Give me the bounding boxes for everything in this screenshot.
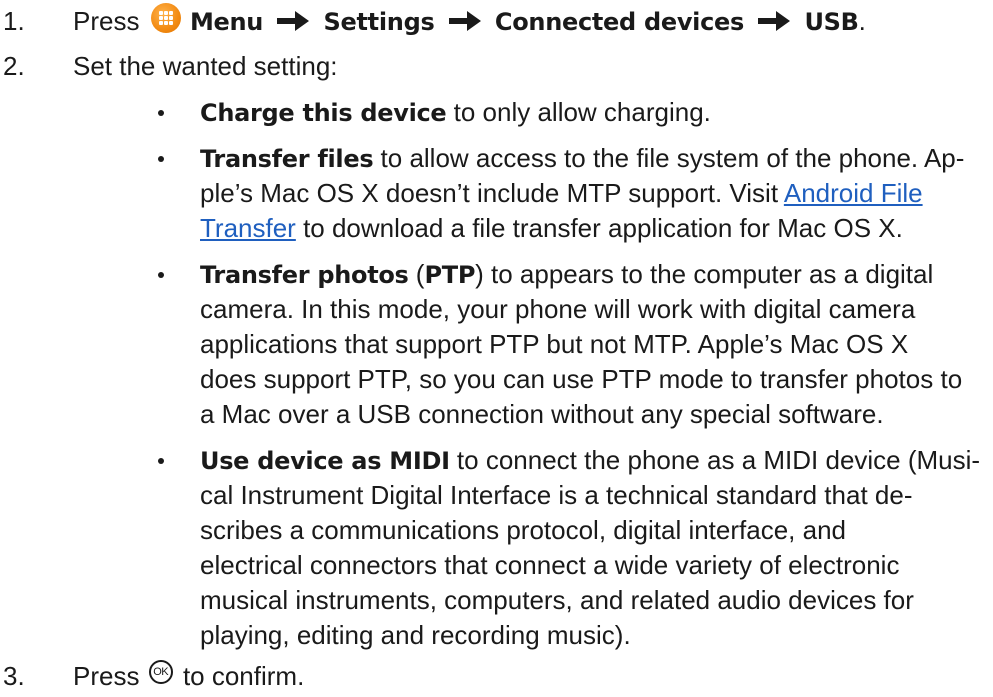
document: 1. Press Menu Settings Connected devices <box>0 0 993 697</box>
transfer-files-line-2: ple’s Mac OS X doesn’t include MTP suppo… <box>200 176 923 211</box>
transfer-files-desc: to allow access to the file system of th… <box>373 143 965 173</box>
step-number: 3. <box>3 661 25 691</box>
midi-desc: to connect the phone as a MIDI device (M… <box>449 445 981 475</box>
paren: ) <box>475 259 484 289</box>
midi-line-6: playing, editing and recording music). <box>200 620 631 650</box>
bullet-dot <box>158 443 178 478</box>
transfer-photos-term: Transfer photos <box>200 261 409 289</box>
press-label: Press <box>73 661 140 691</box>
charge-term: Charge this device <box>200 99 447 127</box>
right-arrow-icon <box>758 11 791 32</box>
paren: ( <box>408 259 425 289</box>
bullet-dot <box>158 95 178 130</box>
step-1-text: Press Menu Settings Connected devices US… <box>73 3 866 40</box>
transfer-files-desc: to download a file transfer application … <box>295 213 903 243</box>
step-number: 2. <box>3 51 25 81</box>
connected-devices-label: Connected devices <box>494 8 744 36</box>
bullet-dot <box>158 141 178 176</box>
step-number: 1. <box>3 6 25 36</box>
android-file-transfer-link[interactable]: Android File <box>784 178 923 208</box>
period: . <box>858 6 866 36</box>
transfer-photos-line-2: camera. In this mode, your phone will wo… <box>200 294 916 324</box>
right-arrow-icon <box>448 11 481 32</box>
bullet-transfer-photos: Transfer photos (PTP) to appears to the … <box>200 257 933 293</box>
midi-line-5: musical instruments, computers, and rela… <box>200 585 914 615</box>
transfer-files-term: Transfer files <box>200 145 374 173</box>
usb-label: USB <box>804 8 859 36</box>
ptp-term: PTP <box>424 261 476 289</box>
press-label: Press <box>73 6 140 36</box>
menu-grid-icon <box>150 3 181 34</box>
confirm-text: to confirm. <box>182 661 305 691</box>
transfer-photos-line-4: does support PTP, so you can use PTP mod… <box>200 364 963 394</box>
transfer-files-line-3: Transfer to download a file transfer app… <box>200 211 903 246</box>
bullet-charge: Charge this device to only allow chargin… <box>200 95 711 131</box>
transfer-photos-desc: to appears to the computer as a digital <box>483 259 934 289</box>
midi-line-4: electrical connectors that connect a wid… <box>200 550 900 580</box>
bullet-transfer-files: Transfer files to allow access to the fi… <box>200 141 964 177</box>
midi-line-2: cal Instrument Digital Interface is a te… <box>200 480 913 510</box>
midi-term: Use device as MIDI <box>200 447 450 475</box>
charge-desc: to only allow charging. <box>446 97 711 127</box>
transfer-photos-line-3: applications that support PTP but not MT… <box>200 329 909 359</box>
android-file-transfer-link[interactable]: Transfer <box>200 213 296 243</box>
right-arrow-icon <box>277 11 310 32</box>
transfer-files-desc: ple’s Mac OS X doesn’t include MTP suppo… <box>200 178 784 208</box>
settings-label: Settings <box>323 8 435 36</box>
bullet-dot <box>158 257 178 292</box>
step-2-text: Set the wanted setting: <box>73 51 338 81</box>
transfer-photos-line-5: a Mac over a USB connection without any … <box>200 399 884 429</box>
menu-label: Menu <box>189 8 264 36</box>
midi-line-3: scribes a communications protocol, digit… <box>200 515 846 545</box>
ok-circle-icon: OK <box>148 660 173 685</box>
bullet-midi: Use device as MIDI to connect the phone … <box>200 443 980 479</box>
step-3-text: Press OK to confirm. <box>73 659 304 694</box>
